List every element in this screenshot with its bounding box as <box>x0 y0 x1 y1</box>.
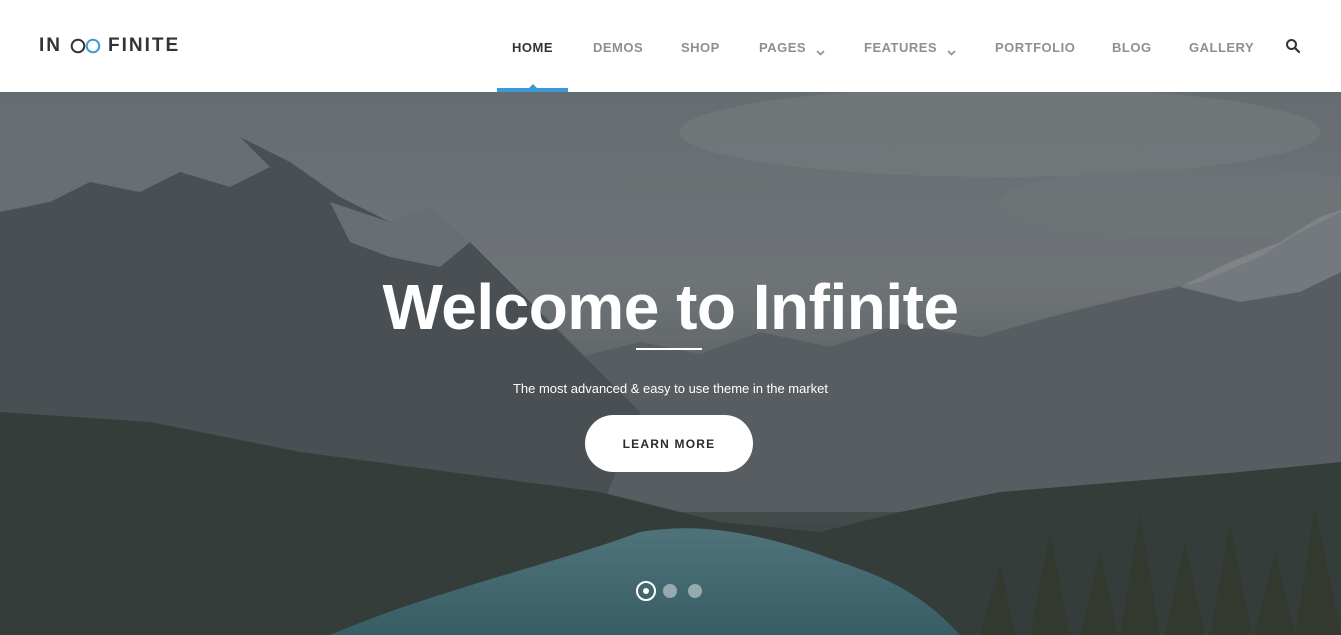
site-header: IN FINITE HOME DEMOS SHOP PAGES FEATURES… <box>0 0 1341 92</box>
learn-more-button[interactable]: LEARN MORE <box>585 415 753 472</box>
nav-item-label: GALLERY <box>1189 39 1255 55</box>
hero-slider: Welcome to Infinite The most advanced & … <box>0 92 1341 635</box>
nav-item-gallery[interactable]: GALLERY <box>1189 38 1254 56</box>
nav-item-home[interactable]: HOME <box>512 38 553 56</box>
nav-item-label: DEMOS <box>593 39 644 55</box>
nav-item-blog[interactable]: BLOG <box>1112 38 1152 56</box>
nav-item-features[interactable]: FEATURES <box>864 38 956 56</box>
chevron-down-icon <box>947 44 956 56</box>
hero-title: Welcome to Infinite <box>382 271 959 343</box>
slider-dot-3[interactable] <box>688 584 702 598</box>
site-logo[interactable]: IN FINITE <box>39 34 180 58</box>
nav-item-demos[interactable]: DEMOS <box>593 38 643 56</box>
search-icon[interactable] <box>1285 38 1301 54</box>
nav-item-label: HOME <box>512 39 553 55</box>
active-nav-indicator <box>497 88 568 92</box>
slider-dot-1[interactable] <box>636 581 656 601</box>
logo-text-right: FINITE <box>108 35 181 56</box>
logo-text-left: IN <box>39 35 62 56</box>
nav-item-label: PORTFOLIO <box>995 39 1076 55</box>
chevron-down-icon <box>816 44 825 56</box>
nav-item-label: PAGES <box>759 39 807 55</box>
nav-item-label: FEATURES <box>864 39 938 55</box>
hero-overlay <box>0 92 1341 635</box>
nav-item-label: BLOG <box>1112 39 1152 55</box>
slider-dot-2[interactable] <box>663 584 677 598</box>
hero-divider <box>636 348 702 350</box>
hero-subtitle: The most advanced & easy to use theme in… <box>512 381 829 396</box>
nav-item-portfolio[interactable]: PORTFOLIO <box>995 38 1075 56</box>
nav-item-pages[interactable]: PAGES <box>759 38 825 56</box>
nav-item-label: SHOP <box>681 39 720 55</box>
infinity-icon <box>70 38 102 54</box>
nav-item-shop[interactable]: SHOP <box>681 38 720 56</box>
